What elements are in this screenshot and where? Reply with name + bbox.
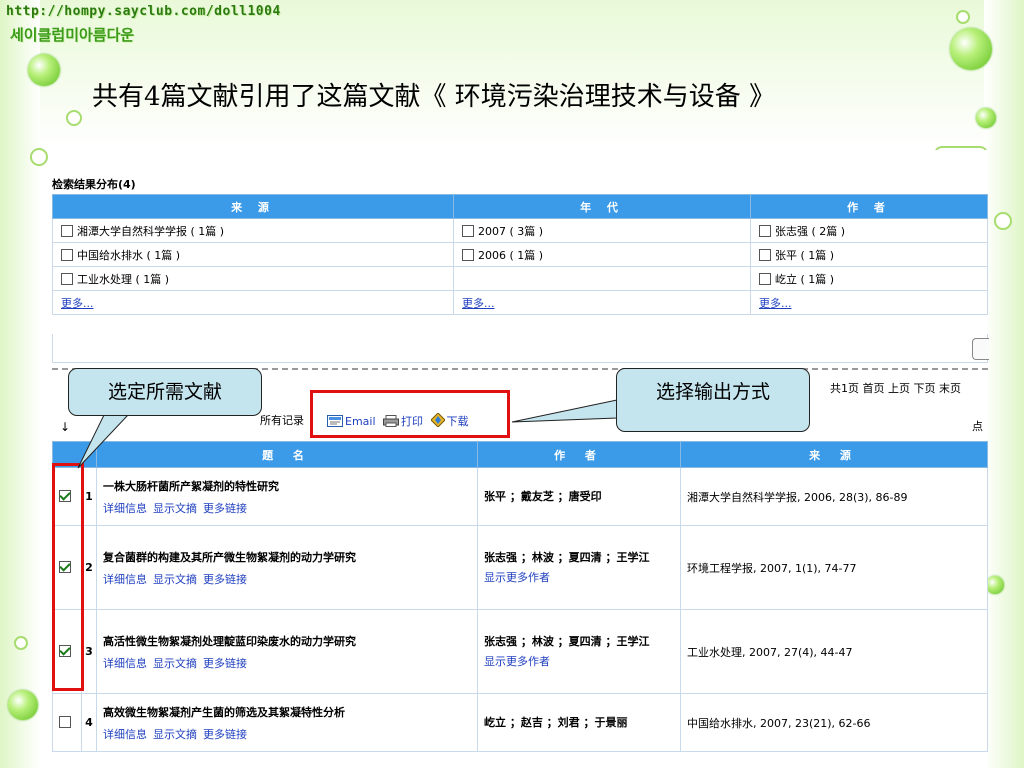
callout-select-documents: 选定所需文献	[68, 368, 262, 416]
callout-choose-output: 选择输出方式	[616, 368, 810, 432]
callout-pointer-select	[77, 414, 130, 469]
callout-pointer-output	[511, 399, 618, 423]
